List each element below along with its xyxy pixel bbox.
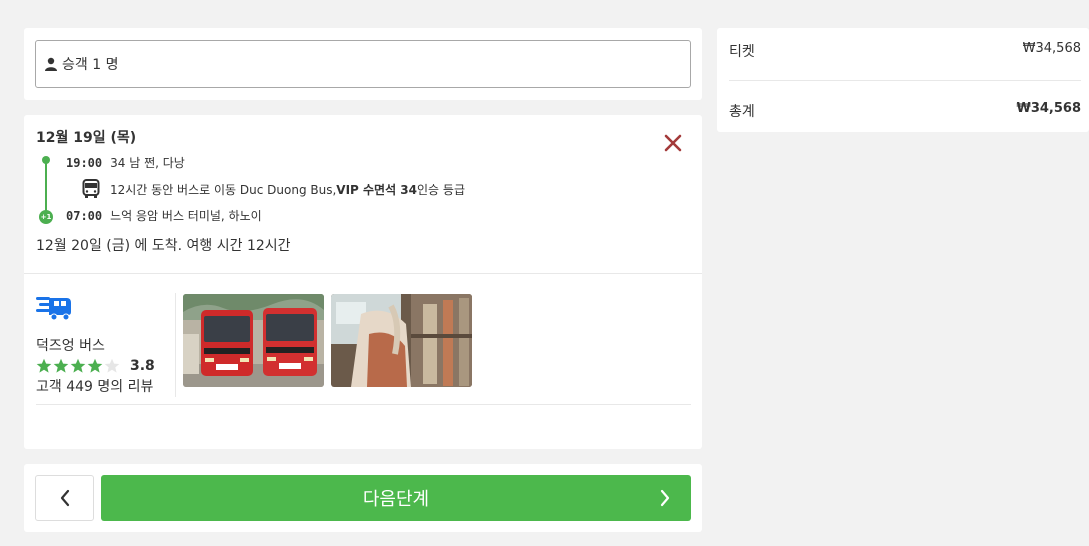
ticket-row: 티켓 ₩34,568 — [729, 41, 1081, 61]
rating-stars — [36, 358, 121, 374]
ticket-price: ₩34,568 — [1022, 41, 1081, 56]
vertical-divider — [175, 293, 176, 397]
star-empty-icon — [104, 358, 120, 373]
trip-date: 12월 19일 (목) — [36, 130, 137, 146]
next-step-button[interactable]: 다음단계 — [101, 475, 691, 521]
price-summary: 티켓 ₩34,568 총계 ₩34,568 — [717, 28, 1089, 132]
chevron-left-icon — [60, 489, 69, 507]
star-filled-icon — [53, 358, 69, 373]
operator-info: 덕즈엉 버스 3.8 고객 449 명의 리뷰 — [36, 295, 176, 396]
back-button[interactable] — [35, 475, 94, 521]
passenger-selector[interactable]: 승객 1 명 — [35, 40, 691, 88]
next-step-label: 다음단계 — [362, 489, 430, 510]
timeline-line — [45, 161, 47, 217]
segment-suffix: 인승 등급 — [417, 182, 465, 197]
chevron-right-icon — [660, 489, 670, 507]
divider-bottom — [36, 404, 691, 405]
close-icon[interactable] — [662, 132, 684, 154]
next-day-badge: +1 — [39, 210, 53, 224]
arrival-place: 느억 응암 버스 터미널, 하노이 — [110, 209, 262, 223]
star-filled-icon — [36, 358, 52, 373]
bus-photo-interior[interactable] — [331, 294, 472, 387]
operator-name: 덕즈엉 버스 — [36, 338, 105, 354]
bus-photo-exterior[interactable] — [183, 294, 324, 387]
passenger-label: 승객 1 명 — [62, 57, 119, 73]
total-row: 총계 ₩34,568 — [729, 101, 1081, 121]
divider — [24, 273, 702, 274]
rating-score: 3.8 — [130, 358, 155, 374]
departure-row: 19:00 34 남 쩐, 다낭 — [66, 154, 185, 171]
star-filled-icon — [70, 358, 86, 373]
total-price: ₩34,568 — [1016, 101, 1081, 116]
arrival-row: 07:00 느억 응암 버스 터미널, 하노이 — [66, 207, 262, 224]
operator-logo-icon — [36, 297, 71, 321]
star-filled-icon — [87, 358, 103, 373]
arrival-time: 07:00 — [66, 208, 103, 223]
ticket-label: 티켓 — [729, 44, 755, 60]
bus-icon — [82, 179, 100, 198]
segment-text: 12시간 동안 버스로 이동 Duc Duong Bus, — [110, 182, 337, 197]
segment-row: 12시간 동안 버스로 이동 Duc Duong Bus, VIP 수면석 34… — [82, 179, 465, 199]
timeline-start-dot — [42, 156, 50, 164]
passenger-card: 승객 1 명 — [24, 28, 702, 100]
arrival-summary: 12월 20일 (금) 에 도착. 여행 시간 12시간 — [36, 238, 291, 254]
operator-rating: 3.8 — [36, 358, 176, 374]
segment-class: VIP 수면석 34 — [336, 182, 418, 197]
summary-divider — [729, 80, 1081, 81]
trip-card: 12월 19일 (목) +1 19:00 34 남 쩐, 다낭 12시간 동안 … — [24, 115, 702, 449]
departure-time: 19:00 — [66, 155, 103, 170]
navigation-card: 다음단계 — [24, 464, 702, 532]
person-icon — [45, 57, 57, 71]
review-count: 고객 449 명의 리뷰 — [36, 379, 154, 395]
departure-place: 34 남 쩐, 다낭 — [110, 156, 185, 170]
total-label: 총계 — [729, 104, 755, 120]
